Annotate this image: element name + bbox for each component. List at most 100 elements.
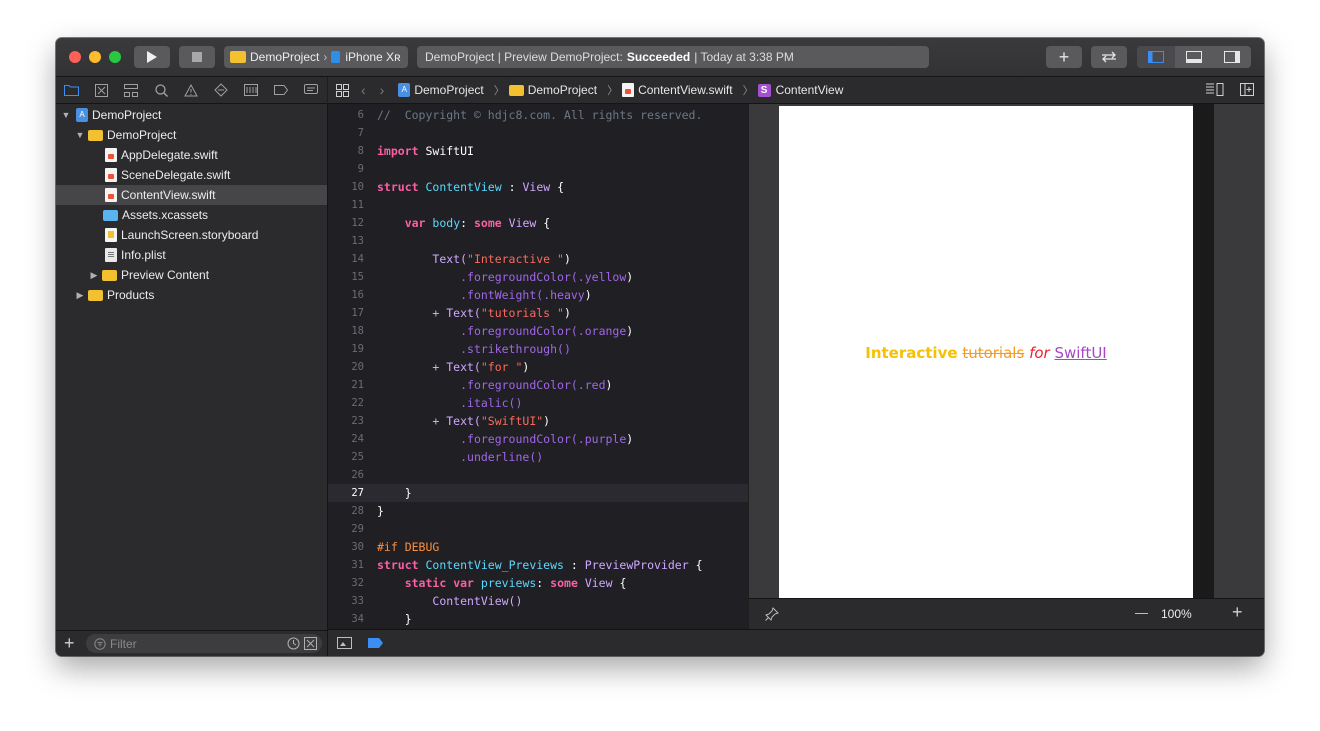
punctuation: : [536, 576, 544, 590]
run-button[interactable] [134, 46, 170, 68]
zoom-level: 100% [1161, 607, 1192, 621]
tree-row-group[interactable]: ▶ Preview Content [56, 265, 327, 285]
tree-row-group[interactable]: ▶ Products [56, 285, 327, 305]
recent-files-icon[interactable] [287, 637, 300, 650]
tree-row-file-selected[interactable]: ContentView.swift [56, 185, 327, 205]
code-line: 26 [328, 466, 748, 484]
tree-row-file[interactable]: SceneDelegate.swift [56, 165, 327, 185]
module-name: SwiftUI [425, 144, 474, 158]
punctuation: ) [543, 414, 551, 428]
breadcrumb-file[interactable]: ContentView.swift [622, 83, 733, 97]
line-number: 28 [351, 505, 364, 517]
issue-navigator-tab[interactable] [176, 77, 206, 103]
find-navigator-tab[interactable] [146, 77, 176, 103]
breadcrumb-label: ContentView.swift [638, 83, 733, 97]
code-line-current: 27 } [328, 484, 748, 502]
source-editor[interactable]: 6 // Copyright © hdjc8.com. All rights re… [328, 104, 748, 628]
tree-row-label: Products [107, 288, 155, 302]
zoom-in-button[interactable]: + [1232, 602, 1243, 623]
back-button[interactable]: ‹ [361, 82, 366, 98]
tree-row-file[interactable]: Info.plist [56, 245, 327, 265]
tree-row-label: SceneDelegate.swift [121, 168, 231, 182]
tree-row-group[interactable]: ▼ DemoProject [56, 125, 327, 145]
canvas-side-strip [1193, 104, 1214, 598]
toggle-debug-area-button[interactable] [1175, 46, 1213, 68]
tree-row-file[interactable]: LaunchScreen.storyboard [56, 225, 327, 245]
editor-options-button[interactable] [1206, 83, 1224, 96]
source-control-navigator-tab[interactable] [86, 77, 116, 103]
zoom-out-button[interactable]: — [1135, 605, 1148, 620]
scheme-selector[interactable]: DemoProject › iPhone Xʀ [224, 46, 408, 68]
hide-debug-area-icon[interactable] [337, 637, 352, 649]
assets-folder-icon [103, 209, 118, 221]
tree-row-file[interactable]: AppDelegate.swift [56, 145, 327, 165]
line-number: 14 [351, 253, 364, 265]
punctuation: ) [626, 324, 634, 338]
code-review-button[interactable] [1091, 46, 1127, 68]
device-preview[interactable]: Interactive tutorials for SwiftUI [779, 106, 1193, 598]
punctuation: ) [522, 360, 530, 374]
code-line: 13 [328, 232, 748, 250]
breakpoint-navigator-tab[interactable] [266, 77, 296, 103]
library-button[interactable]: + [1046, 46, 1082, 68]
stop-button[interactable] [179, 46, 215, 68]
breakpoint-icon [274, 85, 288, 95]
swift-file-icon [622, 83, 635, 97]
source-control-filter-icon[interactable] [304, 637, 317, 650]
swift-file-icon [105, 188, 117, 202]
project-icon: A [398, 83, 411, 97]
filter-icon [94, 637, 106, 650]
line-number: 29 [351, 523, 364, 535]
line-number: 18 [351, 325, 364, 337]
code-line: 20 + Text("for ") [328, 358, 748, 376]
code-line: 33 ContentView() [328, 592, 748, 610]
preview-text: Interactive tutorials for SwiftUI [779, 344, 1193, 362]
filter-input[interactable]: Filter [86, 634, 322, 653]
code-line: 11 [328, 196, 748, 214]
toggle-inspector-button[interactable] [1213, 46, 1251, 68]
tree-row-project[interactable]: ▼ A DemoProject [56, 105, 327, 125]
forward-button[interactable]: › [380, 82, 385, 98]
add-editor-button[interactable] [1240, 83, 1254, 96]
minimize-window-button[interactable] [89, 51, 101, 63]
toolbar: DemoProject › iPhone Xʀ DemoProject | Pr… [56, 38, 1264, 77]
status-time: | Today at 3:38 PM [694, 50, 794, 64]
pin-icon[interactable] [765, 607, 779, 621]
project-navigator-tab[interactable] [56, 77, 86, 103]
code-line: 18 .foregroundColor(.orange) [328, 322, 748, 340]
close-window-button[interactable] [69, 51, 81, 63]
code-line: 14 Text("Interactive ") [328, 250, 748, 268]
folder-icon [88, 129, 103, 141]
type-name: View [584, 576, 613, 590]
test-navigator-tab[interactable] [206, 77, 236, 103]
preview-canvas[interactable]: Interactive tutorials for SwiftUI [749, 104, 1264, 598]
function-call: ContentView() [432, 594, 523, 608]
keyword: struct [377, 558, 419, 572]
related-items-button[interactable] [336, 83, 349, 97]
line-number: 22 [351, 397, 364, 409]
debug-navigator-tab[interactable] [236, 77, 266, 103]
disclosure-down-icon: ▼ [75, 130, 85, 140]
status-result: Succeeded [626, 50, 691, 64]
symbol-navigator-tab[interactable] [116, 77, 146, 103]
breadcrumb-project[interactable]: A DemoProject [398, 83, 484, 97]
grid-icon [336, 83, 349, 97]
breakpoint-toggle-icon[interactable] [368, 638, 383, 648]
method-call: .foregroundColor( [460, 270, 578, 284]
breadcrumb-group[interactable]: DemoProject [508, 83, 597, 97]
punctuation: { [543, 216, 551, 230]
toggle-navigator-button[interactable] [1137, 46, 1175, 68]
add-file-button[interactable]: + [64, 633, 75, 654]
zoom-window-button[interactable] [109, 51, 121, 63]
method-call: .italic() [460, 396, 523, 410]
breadcrumb-symbol[interactable]: S ContentView [757, 83, 843, 97]
code-line: 12 var body: some View { [328, 214, 748, 232]
code-line: 7 [328, 124, 748, 142]
tree-row-file[interactable]: Assets.xcassets [56, 205, 327, 225]
report-navigator-tab[interactable] [296, 77, 326, 103]
search-icon [154, 83, 168, 97]
keyword: var [453, 576, 474, 590]
storyboard-icon [105, 228, 117, 242]
line-number: 11 [351, 199, 364, 211]
code-line: 24 .foregroundColor(.purple) [328, 430, 748, 448]
